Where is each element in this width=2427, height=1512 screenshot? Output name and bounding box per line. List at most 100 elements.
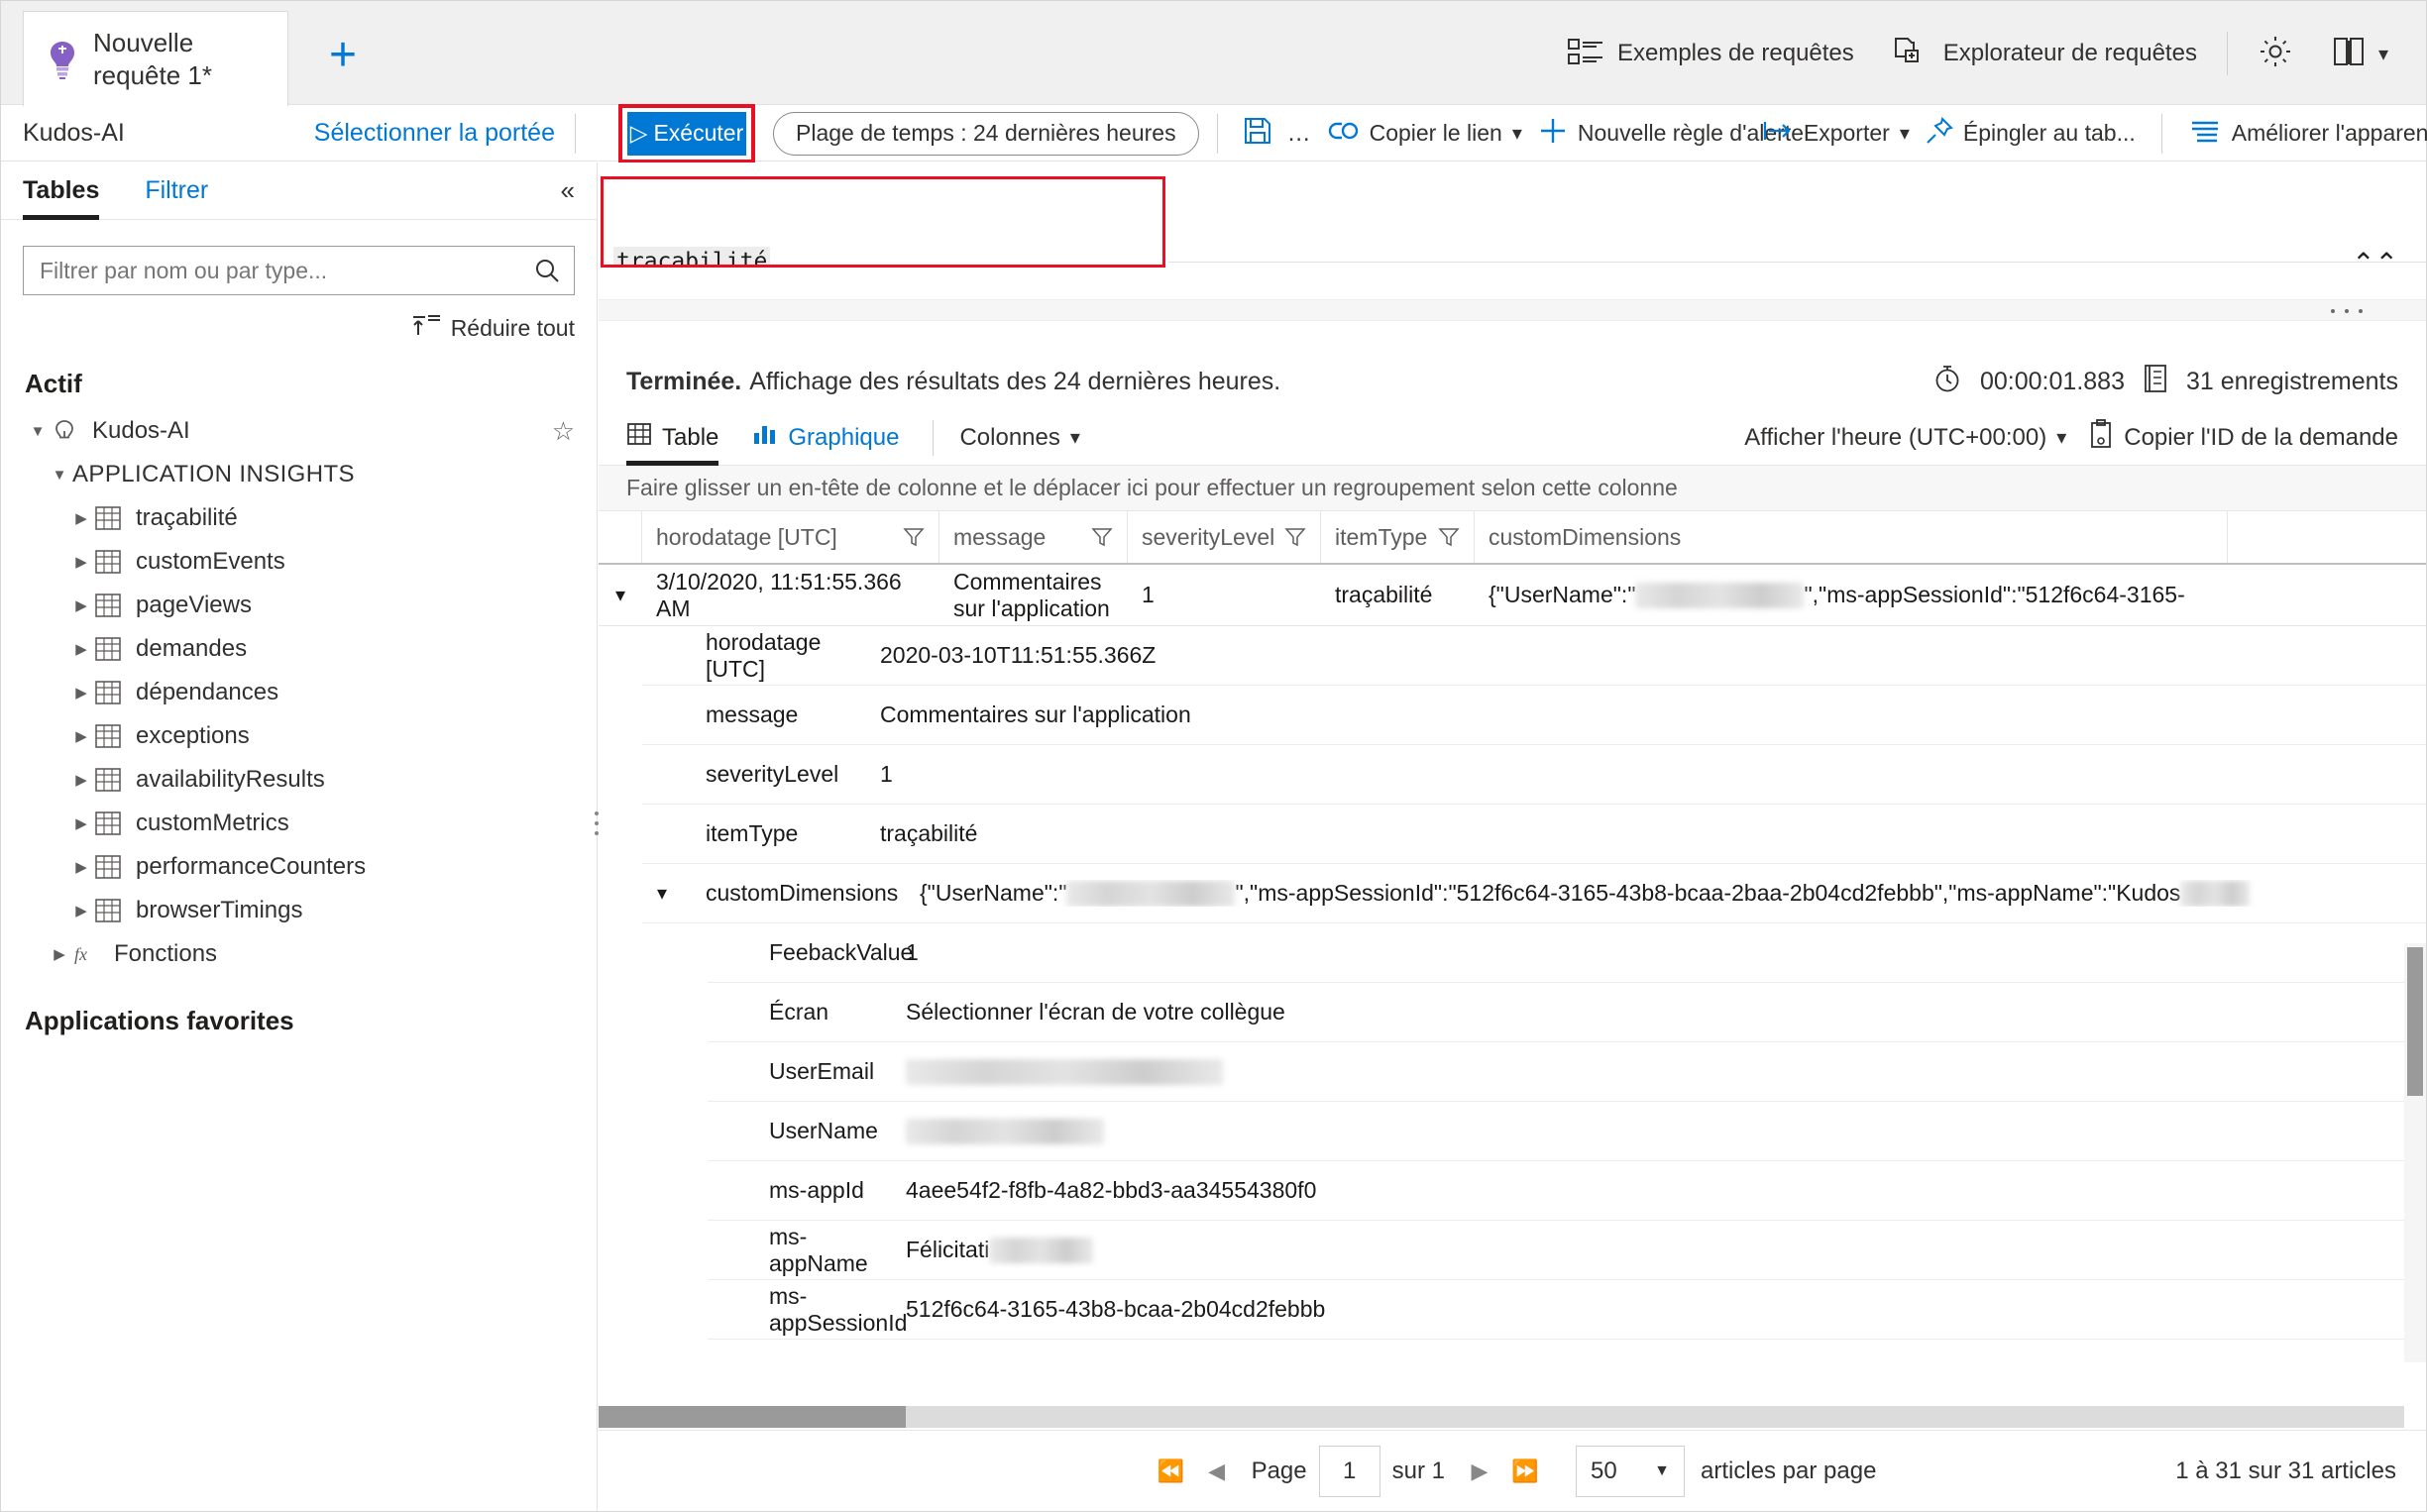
chevron-right-icon[interactable] xyxy=(68,596,94,614)
tree-item-table[interactable]: demandes xyxy=(1,627,597,671)
new-alert-rule-button[interactable]: Nouvelle règle d'alerte xyxy=(1530,106,1804,162)
editor-resize-grip[interactable] xyxy=(599,299,2426,321)
tree-item-table[interactable]: customMetrics xyxy=(1,802,597,845)
chevron-right-icon[interactable] xyxy=(68,902,94,919)
help-book-button[interactable]: ▾ xyxy=(2313,21,2408,86)
chevron-down-icon[interactable] xyxy=(25,423,51,440)
chart-icon xyxy=(752,421,778,454)
tree-item-workspace[interactable]: Kudos-AI ☆ xyxy=(1,409,597,453)
collapse-all-button[interactable]: Réduire tout xyxy=(1,313,575,343)
last-page-icon[interactable]: ⏩ xyxy=(1502,1449,1548,1494)
query-samples-button[interactable]: Exemples de requêtes xyxy=(1548,21,1874,86)
pin-to-dashboard-button[interactable]: Épingler au tab... xyxy=(1918,106,2144,162)
chevron-double-left-icon[interactable]: « xyxy=(561,175,575,206)
grid-header-cell[interactable]: horodatage [UTC] xyxy=(642,511,939,563)
table-icon xyxy=(94,854,122,880)
chevron-right-icon[interactable] xyxy=(68,771,94,789)
tree-item-table[interactable]: exceptions xyxy=(1,714,597,758)
filter-icon[interactable] xyxy=(903,526,925,548)
search-input[interactable] xyxy=(38,256,534,285)
query-explorer-button[interactable]: Explorateur de requêtes xyxy=(1874,21,2217,86)
tree-item-table[interactable]: browserTimings xyxy=(1,889,597,932)
filter-icon[interactable] xyxy=(1438,526,1460,548)
grid-header-label: itemType xyxy=(1335,523,1428,550)
grid-header-cells: horodatage [UTC] message severityLevel item… xyxy=(642,511,2228,563)
table-row[interactable]: ▾ 3/10/2020, 11:51:55.366 AM Commentaire… xyxy=(599,565,2426,626)
chevron-right-icon[interactable] xyxy=(68,684,94,702)
chevron-double-up-icon[interactable]: ⌃⌃ xyxy=(2352,247,2398,279)
cell-message: Commentaires sur l'application xyxy=(953,569,1110,621)
star-icon[interactable]: ☆ xyxy=(552,416,575,447)
chevron-right-icon[interactable] xyxy=(68,858,94,876)
timezone-selector[interactable]: Afficher l'heure (UTC+00:00) ▾ xyxy=(1744,424,2066,452)
chevron-right-icon[interactable] xyxy=(68,727,94,745)
grid-header-cell[interactable]: severityLevel xyxy=(1128,511,1321,563)
filter-icon[interactable] xyxy=(1284,526,1306,548)
chevron-right-icon[interactable] xyxy=(68,509,94,527)
next-page-icon[interactable]: ▶ xyxy=(1457,1449,1502,1494)
tab-table[interactable]: Table xyxy=(626,410,719,466)
select-scope-link[interactable]: Sélectionner la portée xyxy=(314,119,555,148)
chevron-down-icon[interactable] xyxy=(47,467,72,484)
page-size-select[interactable]: 50 ▼ xyxy=(1575,1445,1685,1497)
detail-row-customdimensions[interactable]: ▾ customDimensions {"UserName":" ","ms-ap… xyxy=(642,864,2426,923)
group-by-dropzone[interactable]: Faire glisser un en-tête de colonne et l… xyxy=(599,466,2426,511)
results-right-controls: Afficher l'heure (UTC+00:00) ▾ Copier l'… xyxy=(1744,419,2398,456)
tree-item-table[interactable]: customEvents xyxy=(1,540,597,584)
chevron-right-icon[interactable] xyxy=(47,945,72,963)
chevron-right-icon[interactable] xyxy=(68,640,94,658)
plus-icon[interactable]: + xyxy=(316,31,370,84)
more-options-button[interactable]: … xyxy=(1279,106,1320,162)
grid-header-cell[interactable]: itemType xyxy=(1321,511,1475,563)
tree-item-table[interactable]: availabilityResults xyxy=(1,758,597,802)
tree-item-functions[interactable]: fx Fonctions xyxy=(1,932,597,976)
filter-icon[interactable] xyxy=(1091,526,1113,548)
tree-item-table[interactable]: traçabilité xyxy=(1,496,597,540)
table-filter-search[interactable] xyxy=(23,246,575,295)
first-page-icon[interactable]: ⏪ xyxy=(1149,1449,1194,1494)
export-button[interactable]: Exporter ▾ xyxy=(1754,106,1918,162)
copy-link-button[interactable]: Copier le lien ▾ xyxy=(1320,106,1530,162)
prev-page-icon[interactable]: ◀ xyxy=(1194,1449,1240,1494)
format-query-button[interactable]: Améliorer l'apparence de ... xyxy=(2180,106,2427,162)
detail-key: message xyxy=(706,702,799,727)
page-input[interactable] xyxy=(1318,1445,1380,1497)
vertical-scroll-thumb[interactable] xyxy=(2407,947,2423,1096)
sidebar-tab-filter[interactable]: Filtrer xyxy=(145,162,208,220)
horizontal-scroll-thumb[interactable] xyxy=(599,1406,906,1428)
sidebar-tab-tables[interactable]: Tables xyxy=(23,162,100,220)
columns-button[interactable]: Colonnes ▾ xyxy=(959,424,1079,452)
query-code[interactable]: traçabilité | where message == "App Feed… xyxy=(613,187,1162,265)
grid-header-cell[interactable]: message xyxy=(939,511,1128,563)
query-tab[interactable]: Nouvelle requête 1* xyxy=(23,11,288,106)
tree-group-application-insights[interactable]: APPLICATION INSIGHTS xyxy=(1,453,597,496)
grid-header-cell[interactable]: customDimensions xyxy=(1475,511,2228,563)
horizontal-scrollbar[interactable] xyxy=(599,1406,2404,1428)
chevron-down-icon: ▼ xyxy=(1654,1461,1670,1479)
tree-item-table[interactable]: performanceCounters xyxy=(1,845,597,889)
divider xyxy=(1216,113,1218,154)
run-button-label: Exécuter xyxy=(653,120,744,146)
chevron-right-icon[interactable] xyxy=(68,814,94,832)
cell-timestamp: 3/10/2020, 11:51:55.366 AM xyxy=(656,568,902,621)
time-range-picker[interactable]: Plage de temps : 24 dernières heures xyxy=(773,111,1199,156)
run-button[interactable]: ▷ Exécuter xyxy=(627,111,746,156)
group-by-hint: Faire glisser un en-tête de colonne et l… xyxy=(626,475,1678,500)
query-editor[interactable]: traçabilité | where message == "App Feed… xyxy=(601,176,1165,268)
divider xyxy=(575,113,576,154)
custom-dimension-value-wrap: 1 xyxy=(906,939,2426,966)
tree-item-table[interactable]: dépendances xyxy=(1,671,597,714)
save-button[interactable] xyxy=(1236,106,1279,162)
row-expand-toggle[interactable]: ▾ xyxy=(599,565,642,625)
chevron-right-icon[interactable] xyxy=(68,553,94,571)
chevron-down-icon[interactable]: ▾ xyxy=(642,881,682,906)
table-icon xyxy=(94,723,122,749)
settings-button[interactable] xyxy=(2238,21,2313,86)
tables-list: traçabilité customEvents pageViews demandes… xyxy=(1,496,597,932)
pin-to-dashboard-label: Épingler au tab... xyxy=(1962,119,2136,146)
query-editor-area: traçabilité | where message == "App Feed… xyxy=(599,162,2426,321)
tab-chart[interactable]: Graphique xyxy=(752,410,899,466)
tree-item-table[interactable]: pageViews xyxy=(1,584,597,627)
copy-request-id-button[interactable]: Copier l'ID de la demande xyxy=(2088,419,2398,456)
vertical-scrollbar[interactable] xyxy=(2404,943,2426,1362)
